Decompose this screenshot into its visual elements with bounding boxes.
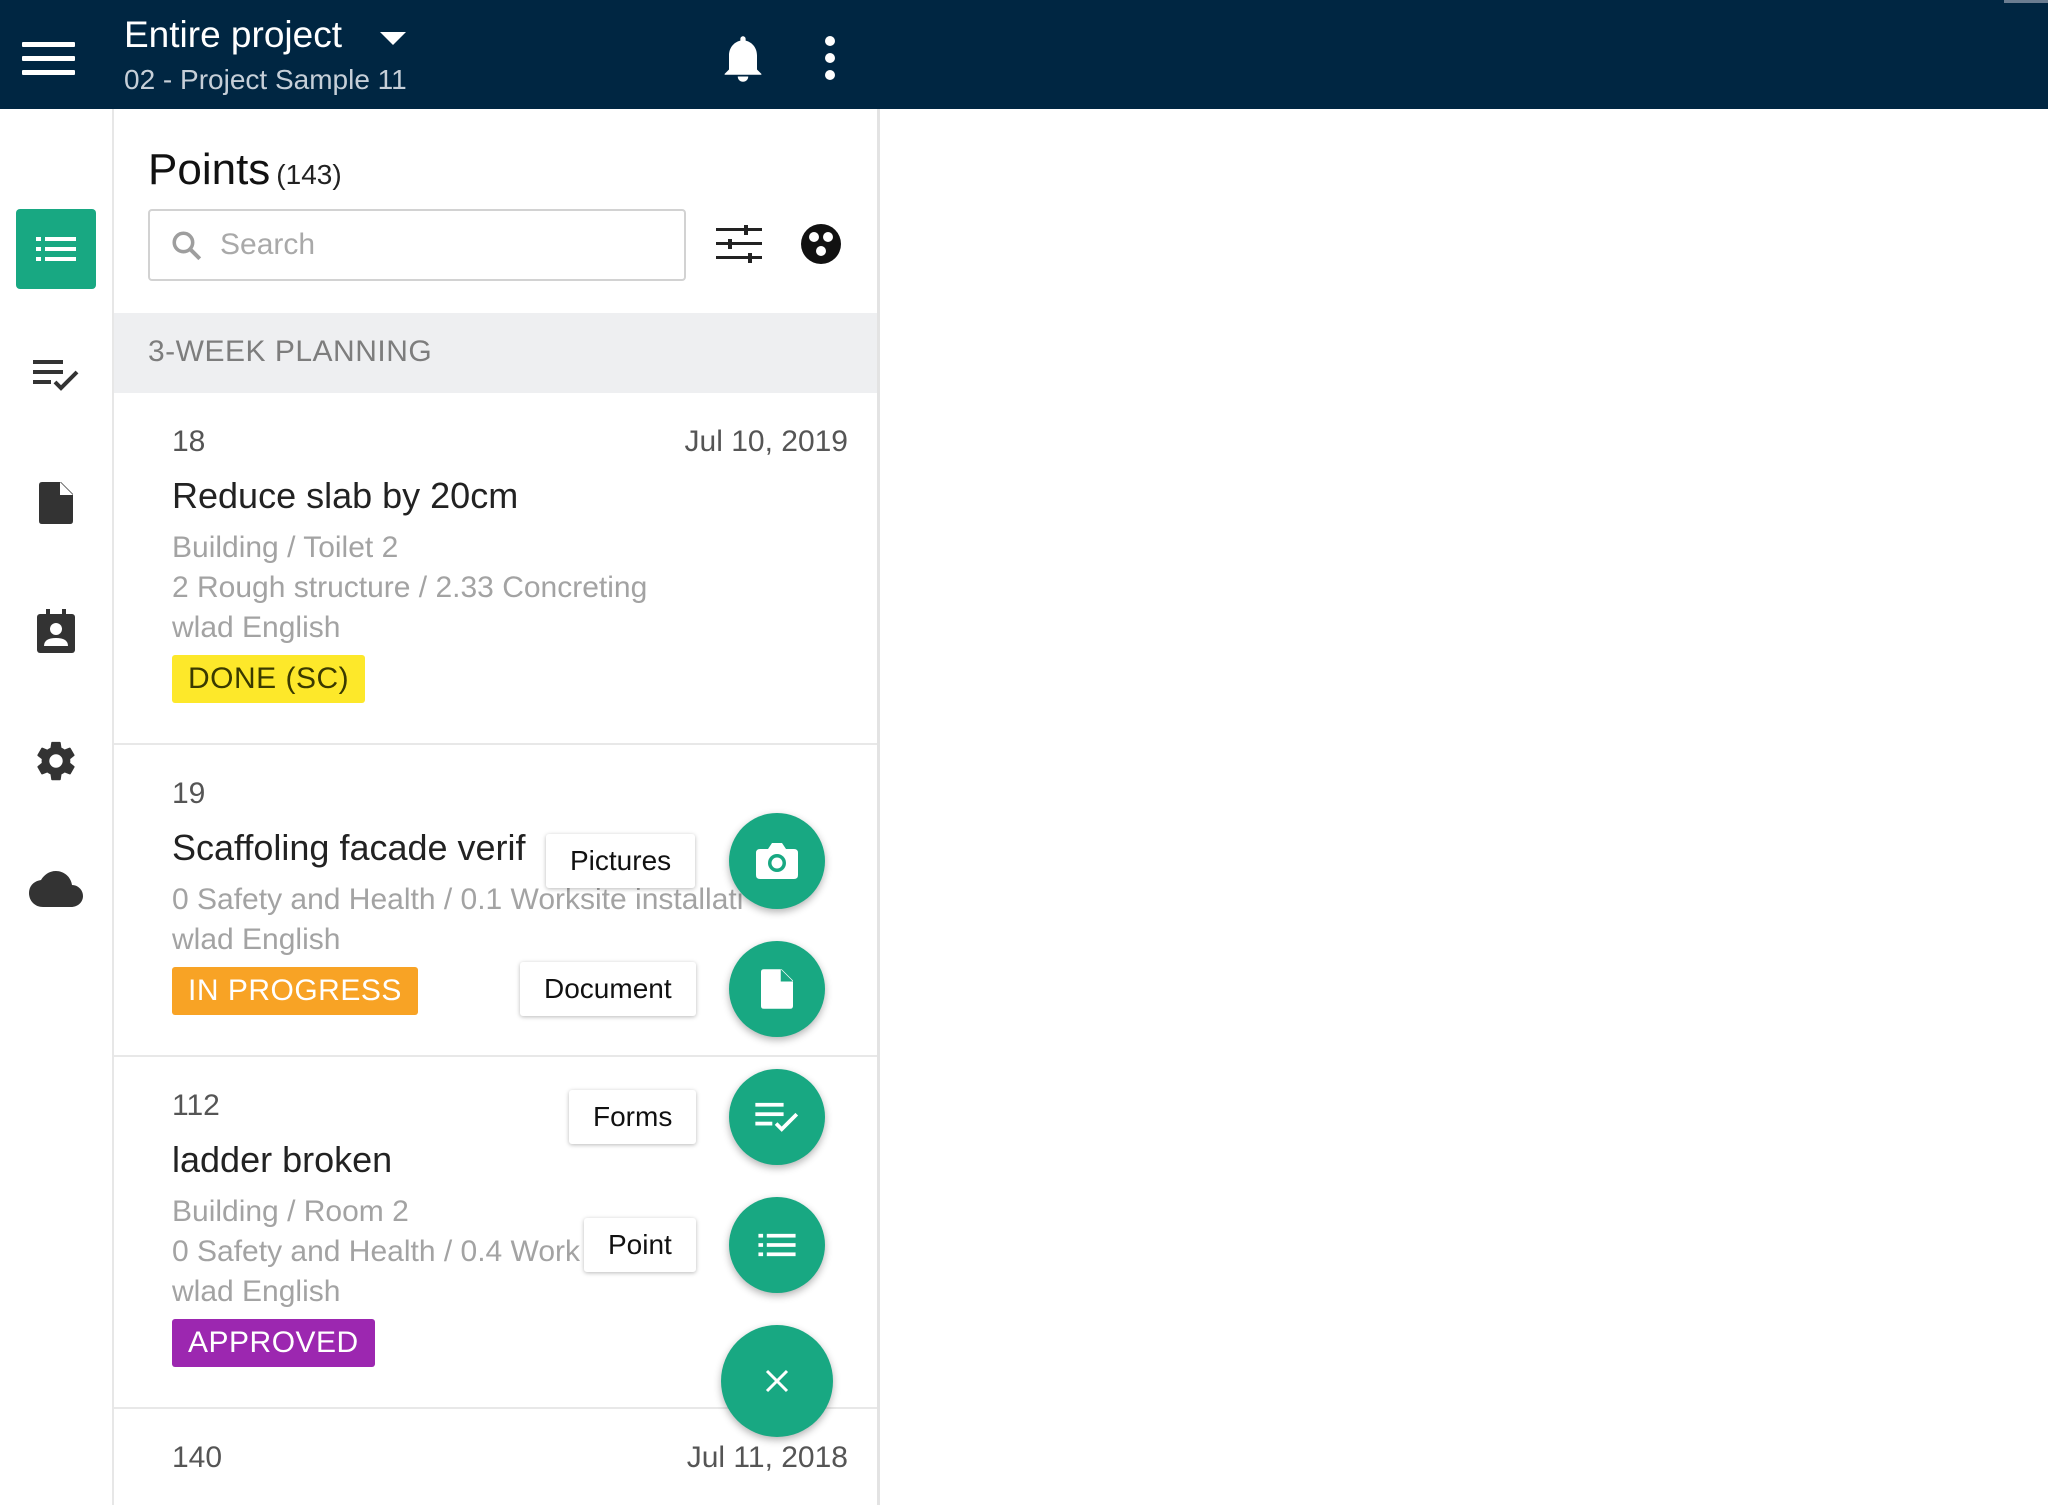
point-assignee: wlad English — [172, 611, 341, 644]
list-icon — [758, 1233, 796, 1257]
document-icon — [761, 969, 793, 1009]
caret-down-icon[interactable] — [380, 32, 406, 46]
section-header: 3-WEEK PLANNING — [114, 313, 877, 393]
fab-point-button[interactable] — [729, 1197, 825, 1293]
status-badge: IN PROGRESS — [172, 967, 418, 1015]
search-box[interactable] — [148, 209, 686, 281]
fab-label-point[interactable]: Point — [584, 1218, 696, 1272]
point-category: 2 Rough structure / 2.33 Concreting — [172, 571, 648, 604]
fab-label-pictures[interactable]: Pictures — [546, 834, 696, 888]
camera-icon — [756, 843, 798, 879]
point-number: 19 — [172, 777, 206, 810]
point-assignee: wlad English — [172, 923, 341, 956]
rail-item-documents[interactable] — [16, 463, 96, 543]
rail-item-points[interactable] — [16, 209, 96, 289]
point-assignee: wlad English — [172, 1275, 341, 1308]
point-number: 140 — [172, 1441, 223, 1474]
cloud-icon — [29, 871, 83, 907]
rail-item-contacts[interactable] — [16, 591, 96, 671]
bell-icon[interactable] — [722, 34, 764, 84]
point-number: 112 — [172, 1089, 220, 1122]
app-header: Entire project 02 - Project Sample 11 — [0, 0, 2048, 109]
point-card[interactable]: 18 Jul 10, 2019 Reduce slab by 20cm Buil… — [114, 393, 877, 745]
rail-item-settings[interactable] — [16, 721, 96, 801]
checklist-icon — [755, 1102, 799, 1132]
point-location: Building / Toilet 2 — [172, 531, 399, 564]
gear-icon — [37, 741, 75, 781]
status-badge: APPROVED — [172, 1319, 375, 1367]
point-date: Jul 11, 2018 — [686, 1441, 848, 1474]
point-title: Reduce slab by 20cm — [172, 475, 519, 516]
list-icon — [36, 237, 76, 261]
points-count: (143) — [276, 159, 342, 190]
fab-close-button[interactable] — [721, 1325, 833, 1437]
search-input[interactable] — [220, 221, 660, 269]
document-icon — [39, 482, 73, 524]
search-icon — [172, 231, 202, 261]
point-category: 0 Safety and Health / 0.4 Work — [172, 1235, 581, 1268]
page-title: Points (143) — [148, 145, 342, 195]
more-vert-icon[interactable] — [816, 36, 844, 82]
point-title: ladder broken — [172, 1139, 393, 1180]
navigation-rail — [0, 109, 114, 1505]
group-by-icon[interactable] — [800, 223, 842, 265]
section-title: 3-WEEK PLANNING — [148, 335, 433, 368]
point-title: Scaffoling facade verif — [172, 827, 526, 868]
window-edge-mark — [2004, 0, 2048, 3]
point-location: Building / Room 2 — [172, 1195, 409, 1228]
hamburger-menu-icon[interactable] — [22, 42, 75, 75]
points-title: Points — [148, 145, 271, 194]
status-badge: DONE (SC) — [172, 655, 366, 703]
project-name: 02 - Project Sample 11 — [124, 64, 407, 95]
point-number: 18 — [172, 425, 206, 458]
point-category: 0 Safety and Health / 0.1 Worksite insta… — [172, 883, 744, 916]
fab-document-button[interactable] — [729, 941, 825, 1037]
fab-label-forms[interactable]: Forms — [569, 1090, 697, 1144]
rail-item-forms[interactable] — [16, 335, 96, 415]
point-date: Jul 10, 2019 — [684, 425, 848, 458]
filter-sliders-icon[interactable] — [716, 225, 762, 263]
project-scope-title[interactable]: Entire project — [124, 14, 342, 56]
fab-forms-button[interactable] — [729, 1069, 825, 1165]
contact-card-icon — [37, 609, 75, 653]
checklist-icon — [33, 360, 79, 391]
fab-pictures-button[interactable] — [729, 813, 825, 909]
rail-item-sync[interactable] — [16, 849, 96, 929]
fab-label-document[interactable]: Document — [520, 962, 696, 1016]
close-icon — [765, 1369, 789, 1393]
points-panel: Points(143) 3-WEEK PLANNING 18 Jul 10, 2… — [114, 109, 880, 1505]
